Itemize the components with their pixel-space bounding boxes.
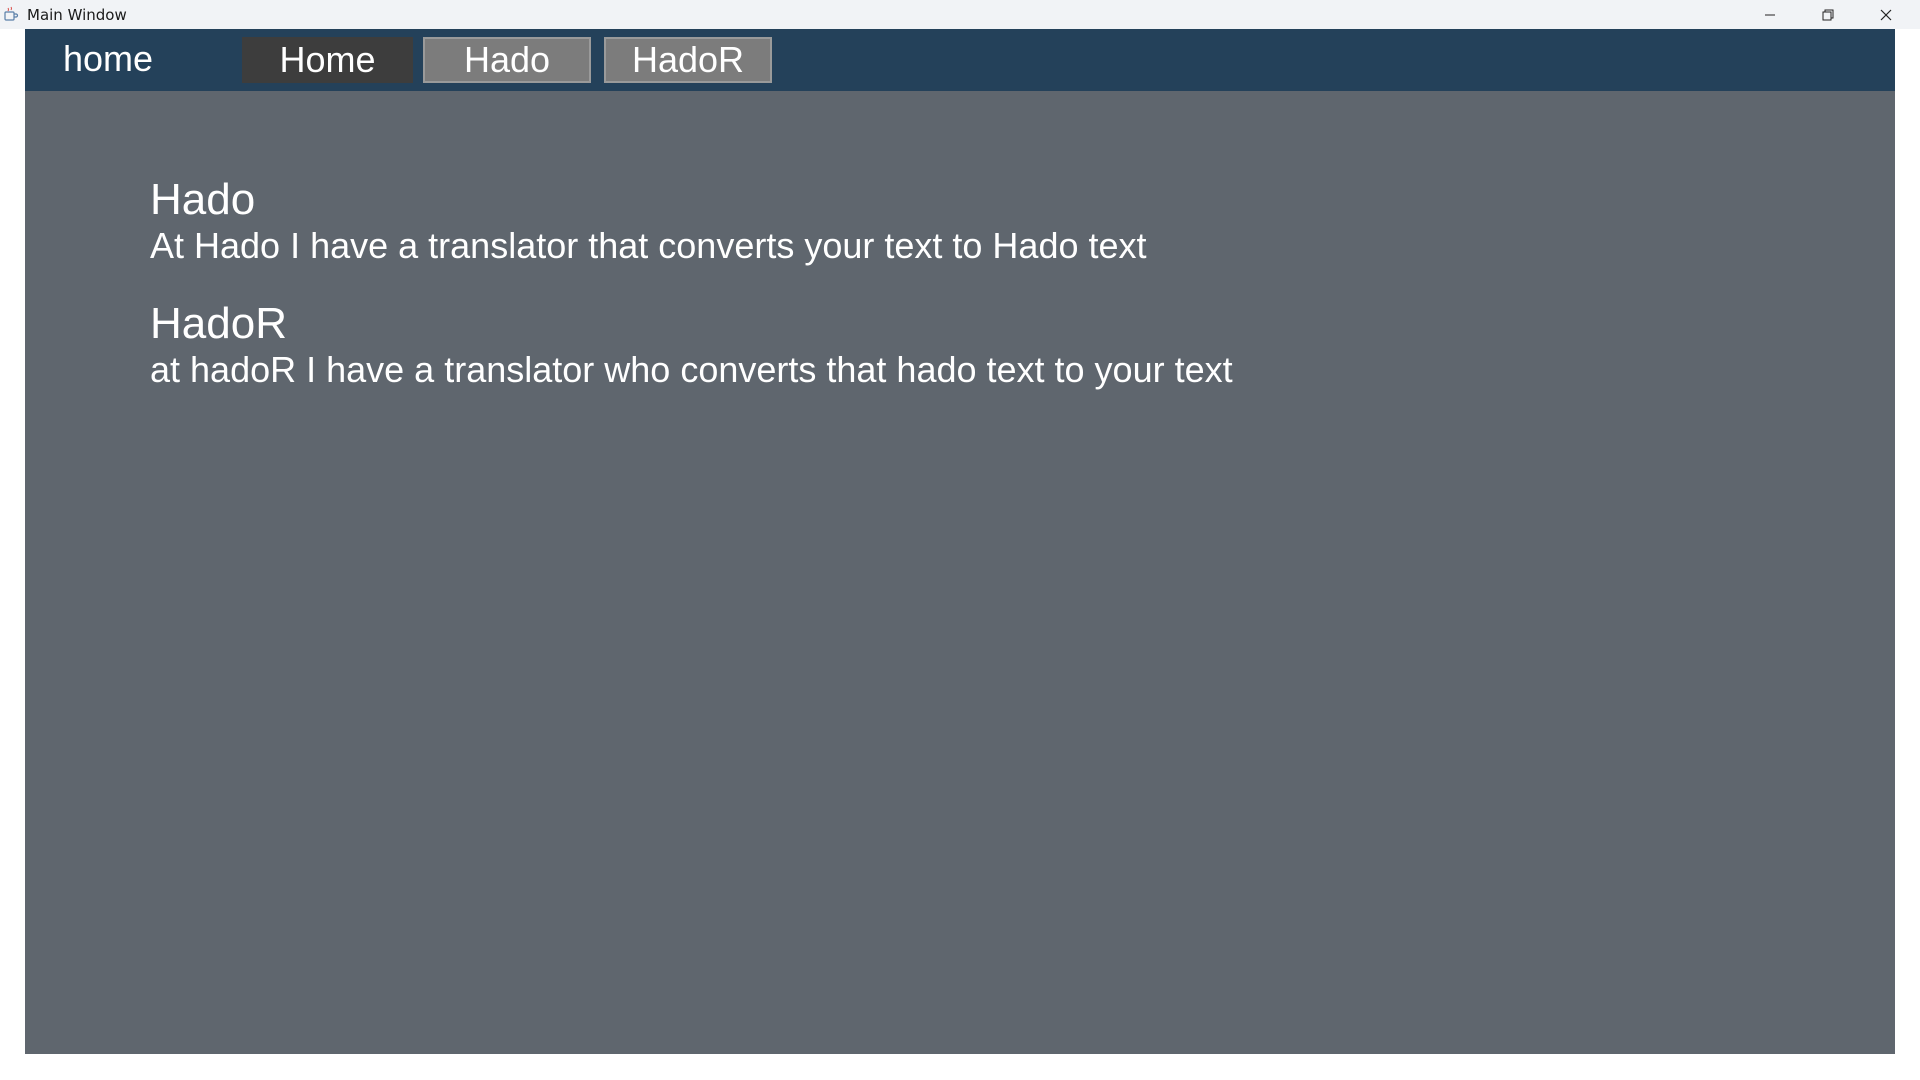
- hador-button[interactable]: HadoR: [604, 37, 772, 83]
- title-bar: Main Window: [0, 0, 1920, 29]
- bottom-strip: [0, 1054, 1920, 1080]
- window-title: Main Window: [27, 6, 127, 24]
- section-description: at hadoR I have a translator who convert…: [150, 349, 1233, 390]
- close-button[interactable]: [1857, 0, 1915, 29]
- section-title: Hado: [150, 175, 256, 224]
- section-description: At Hado I have a translator that convert…: [150, 225, 1147, 266]
- hador-section: HadoR at hadoR I have a translator who c…: [150, 299, 1233, 391]
- java-cup-icon: [3, 6, 19, 22]
- maximize-button[interactable]: [1799, 0, 1857, 29]
- close-icon: [1880, 9, 1892, 21]
- main-window: home Home Hado HadoR Hado At Hado I have…: [25, 29, 1895, 1054]
- minimize-icon: [1764, 9, 1776, 21]
- navbar: home Home Hado HadoR: [25, 29, 1895, 91]
- hado-section: Hado At Hado I have a translator that co…: [150, 175, 1233, 267]
- restore-icon: [1822, 9, 1834, 21]
- home-button[interactable]: Home: [242, 37, 413, 83]
- hado-button[interactable]: Hado: [423, 37, 591, 83]
- section-title: HadoR: [150, 299, 287, 348]
- main-content: Hado At Hado I have a translator that co…: [150, 175, 1233, 423]
- brand-label: home: [63, 38, 154, 79]
- minimize-button[interactable]: [1741, 0, 1799, 29]
